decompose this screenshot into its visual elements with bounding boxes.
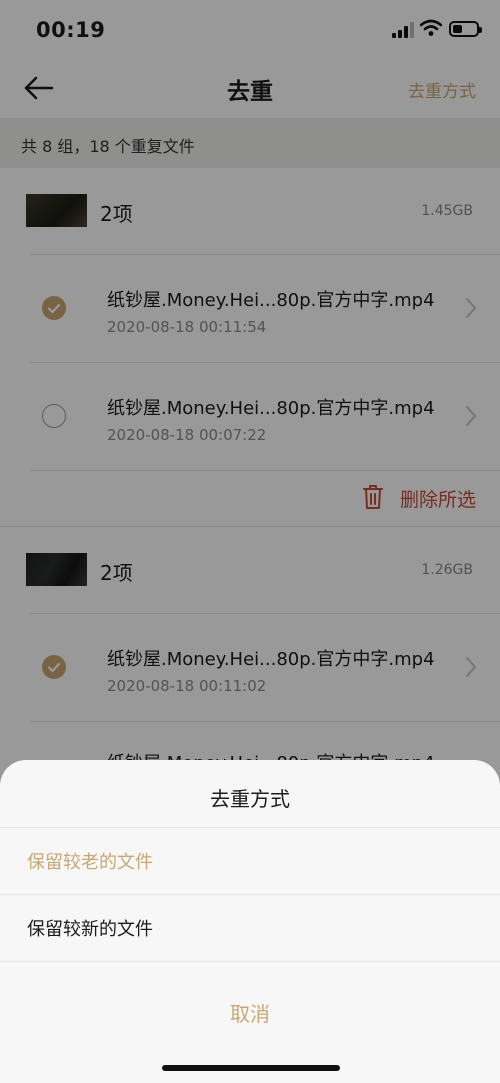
keep-older-option[interactable]: 保留较老的文件 — [0, 828, 500, 894]
cancel-label: 取消 — [230, 1002, 270, 1026]
keep-newer-label: 保留较新的文件 — [27, 919, 153, 940]
dedupe-method-sheet: 去重方式 保留较老的文件 保留较新的文件 取消 — [0, 760, 500, 1083]
keep-newer-option[interactable]: 保留较新的文件 — [0, 895, 500, 961]
sheet-divider — [0, 961, 500, 962]
home-indicator[interactable] — [162, 1065, 340, 1071]
sheet-title: 去重方式 — [210, 787, 290, 811]
dedupe-screen: 00:19 去重 去重方式 共 8 组，18 个重复文件 2项 1.45GB 纸… — [0, 0, 500, 1083]
cancel-button[interactable]: 取消 — [0, 978, 500, 1042]
keep-older-label: 保留较老的文件 — [27, 852, 153, 873]
